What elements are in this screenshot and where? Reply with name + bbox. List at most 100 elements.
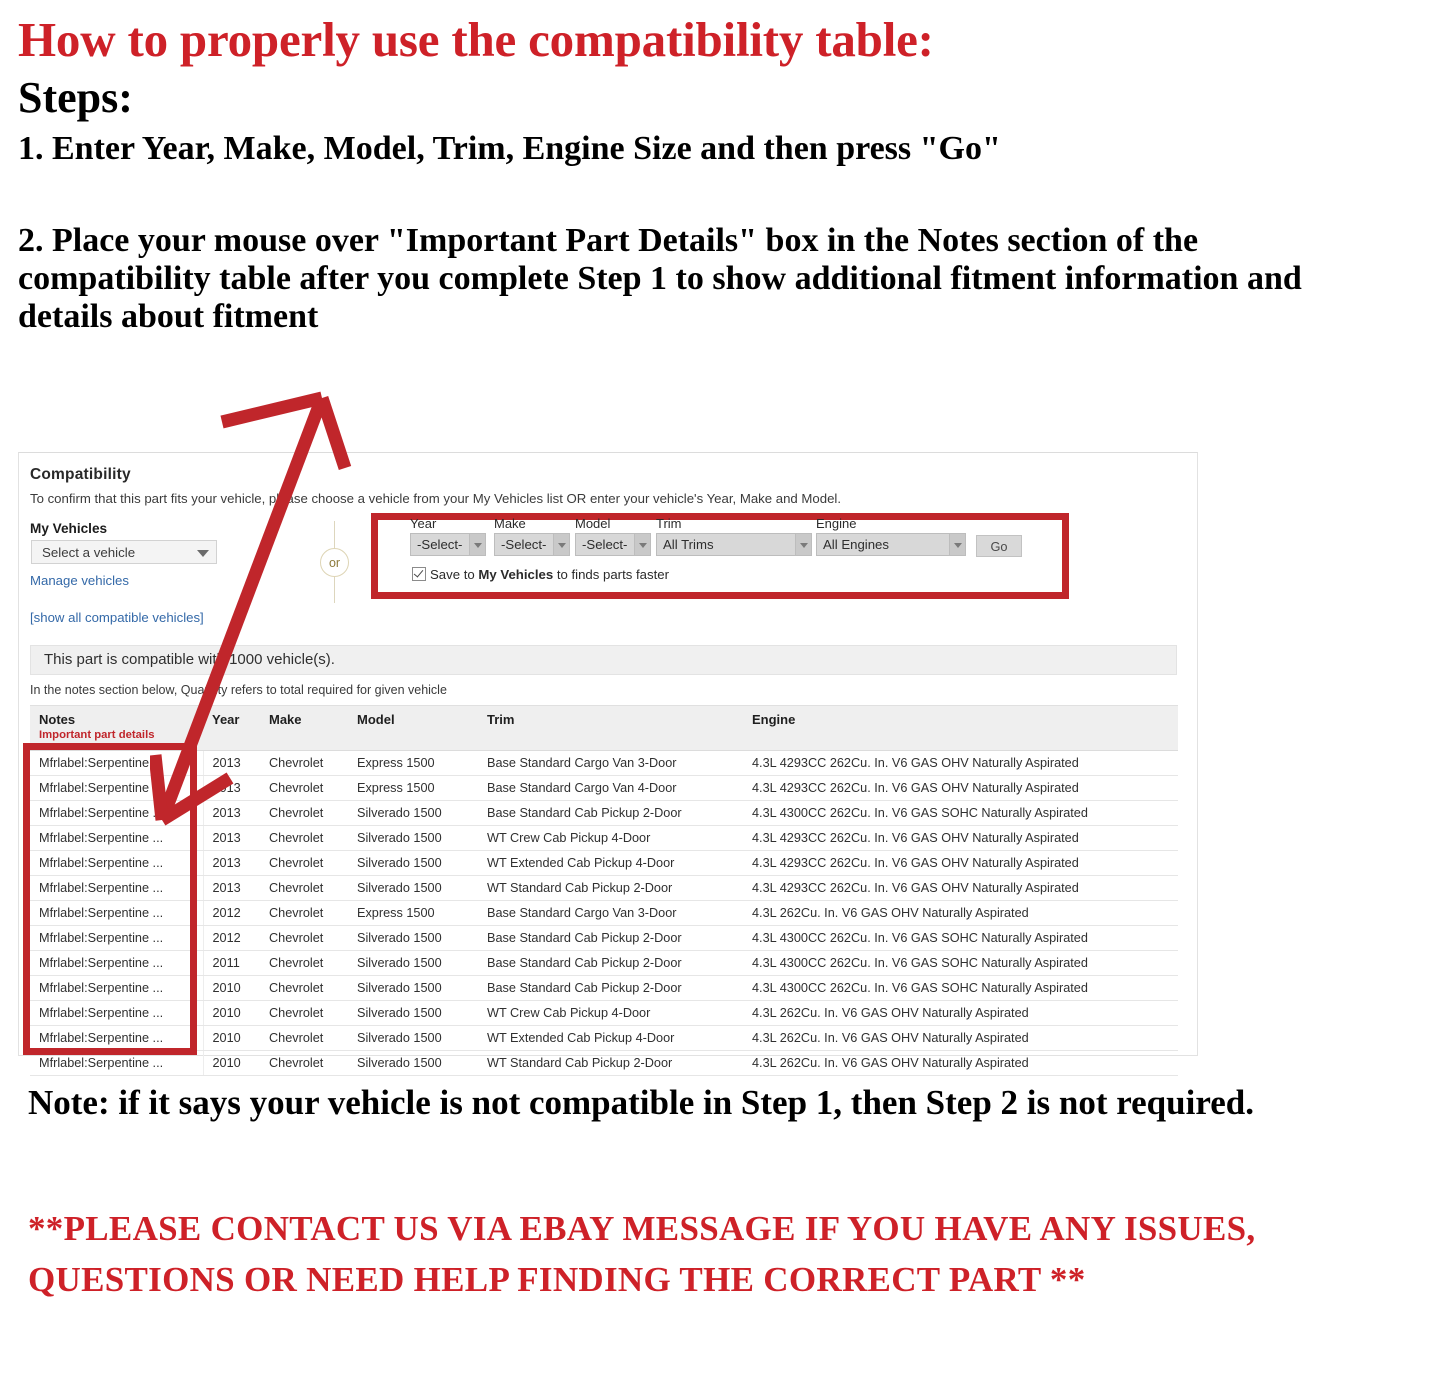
cell-notes[interactable]: Mfrlabel:Serpentine ... [30,775,204,801]
trim-select-value: All Trims [663,537,714,552]
cell-model: Silverado 1500 [348,875,478,901]
column-header-year[interactable]: Year [203,705,260,751]
cell-make: Chevrolet [260,1050,348,1076]
vehicle-select[interactable]: Select a vehicle [31,540,217,564]
save-suffix-text: to finds parts faster [553,567,669,582]
save-to-my-vehicles-row[interactable]: Save to My Vehicles to finds parts faste… [412,567,669,582]
cell-engine: 4.3L 4300CC 262Cu. In. V6 GAS SOHC Natur… [743,925,1178,951]
cell-trim: WT Standard Cab Pickup 2-Door [478,875,743,901]
model-select-button[interactable] [634,534,650,555]
cell-engine: 4.3L 4300CC 262Cu. In. V6 GAS SOHC Natur… [743,950,1178,976]
trim-select-button[interactable] [795,534,811,555]
engine-select-button[interactable] [949,534,965,555]
cell-engine: 4.3L 4293CC 262Cu. In. V6 GAS OHV Natura… [743,775,1178,801]
cell-engine: 4.3L 4300CC 262Cu. In. V6 GAS SOHC Natur… [743,800,1178,826]
cell-notes[interactable]: Mfrlabel:Serpentine ... [30,750,204,776]
go-button[interactable]: Go [976,535,1022,557]
step-1-text: 1. Enter Year, Make, Model, Trim, Engine… [18,129,1001,167]
table-row: Mfrlabel:Serpentine ... 2010 Chevrolet Silv… [30,1000,1178,1026]
chevron-down-icon [954,543,962,548]
table-row: Mfrlabel:Serpentine ... 2013 Chevrolet Expr… [30,750,1178,776]
cell-notes[interactable]: Mfrlabel:Serpentine ... [30,850,204,876]
cell-model: Silverado 1500 [348,800,478,826]
show-all-compatible-vehicles-link[interactable]: [show all compatible vehicles] [30,610,204,625]
cell-make: Chevrolet [260,750,348,776]
trim-field: Trim All Trims [656,516,812,556]
cell-notes[interactable]: Mfrlabel:Serpentine ... [30,875,204,901]
make-select[interactable]: -Select- [494,533,570,556]
chevron-down-icon [197,550,209,557]
model-select[interactable]: -Select- [575,533,651,556]
cell-trim: Base Standard Cab Pickup 2-Door [478,925,743,951]
column-header-model[interactable]: Model [348,705,478,751]
make-field: Make -Select- [494,516,570,556]
cell-notes[interactable]: Mfrlabel:Serpentine ... [30,975,204,1001]
engine-select[interactable]: All Engines [816,533,966,556]
column-header-trim[interactable]: Trim [478,705,743,751]
cell-engine: 4.3L 4293CC 262Cu. In. V6 GAS OHV Natura… [743,875,1178,901]
cell-engine: 4.3L 4293CC 262Cu. In. V6 GAS OHV Natura… [743,825,1178,851]
manage-vehicles-link[interactable]: Manage vehicles [30,573,129,588]
cell-model: Express 1500 [348,900,478,926]
model-field: Model -Select- [575,516,651,556]
column-header-notes-label: Notes [39,712,76,727]
compatible-count-text: This part is compatible with 1000 vehicl… [44,651,335,668]
cell-notes[interactable]: Mfrlabel:Serpentine ... [30,950,204,976]
cell-notes[interactable]: Mfrlabel:Serpentine ... [30,1025,204,1051]
make-select-button[interactable] [553,534,569,555]
cell-year: 2013 [203,825,260,851]
chevron-down-icon [800,543,808,548]
chevron-down-icon [639,543,647,548]
cell-engine: 4.3L 262Cu. In. V6 GAS OHV Naturally Asp… [743,1025,1178,1051]
cell-make: Chevrolet [260,825,348,851]
engine-field: Engine All Engines [816,516,966,556]
column-header-engine[interactable]: Engine [743,705,1178,751]
cell-year: 2010 [203,1050,260,1076]
year-select-button[interactable] [469,534,485,555]
cell-year: 2013 [203,850,260,876]
table-body: Mfrlabel:Serpentine ... 2013 Chevrolet Expr… [30,750,1178,1076]
model-label: Model [575,516,611,531]
cell-make: Chevrolet [260,950,348,976]
model-select-value: -Select- [582,537,628,552]
cell-trim: Base Standard Cab Pickup 2-Door [478,800,743,826]
cell-notes[interactable]: Mfrlabel:Serpentine ... [30,925,204,951]
trim-select[interactable]: All Trims [656,533,812,556]
cell-make: Chevrolet [260,1025,348,1051]
or-divider-label: or [320,548,349,577]
cell-trim: Base Standard Cab Pickup 2-Door [478,975,743,1001]
cell-trim: Base Standard Cargo Van 3-Door [478,750,743,776]
cell-make: Chevrolet [260,925,348,951]
table-header-row: Notes Important part details Year Make M… [30,705,1178,751]
cell-trim: WT Crew Cab Pickup 4-Door [478,1000,743,1026]
cell-year: 2012 [203,925,260,951]
cell-notes[interactable]: Mfrlabel:Serpentine ... [30,825,204,851]
table-row: Mfrlabel:Serpentine ... 2012 Chevrolet Silv… [30,925,1178,951]
cell-notes[interactable]: Mfrlabel:Serpentine ... [30,1050,204,1076]
save-to-my-vehicles-checkbox[interactable] [412,567,426,581]
cell-year: 2010 [203,1025,260,1051]
cell-notes[interactable]: Mfrlabel:Serpentine ... [30,1000,204,1026]
footer-note: Note: if it says your vehicle is not com… [28,1083,1254,1122]
save-prefix-text: Save to [430,567,479,582]
cell-make: Chevrolet [260,975,348,1001]
cell-notes[interactable]: Mfrlabel:Serpentine ... [30,900,204,926]
cell-engine: 4.3L 4293CC 262Cu. In. V6 GAS OHV Natura… [743,850,1178,876]
save-bold-text: My Vehicles [478,567,554,582]
make-label: Make [494,516,526,531]
important-part-details-label[interactable]: Important part details [39,729,203,741]
cell-trim: WT Extended Cab Pickup 4-Door [478,850,743,876]
cell-engine: 4.3L 4300CC 262Cu. In. V6 GAS SOHC Natur… [743,975,1178,1001]
cell-year: 2013 [203,750,260,776]
chevron-down-icon [474,543,482,548]
cell-notes[interactable]: Mfrlabel:Serpentine ... [30,800,204,826]
my-vehicles-label: My Vehicles [30,521,108,536]
cell-model: Silverado 1500 [348,825,478,851]
compatibility-panel: Compatibility To confirm that this part … [18,452,1198,1076]
trim-label: Trim [656,516,682,531]
column-header-make[interactable]: Make [260,705,348,751]
cell-engine: 4.3L 262Cu. In. V6 GAS OHV Naturally Asp… [743,1000,1178,1026]
column-header-notes[interactable]: Notes Important part details [30,705,203,751]
year-select[interactable]: -Select- [410,533,486,556]
cell-make: Chevrolet [260,875,348,901]
